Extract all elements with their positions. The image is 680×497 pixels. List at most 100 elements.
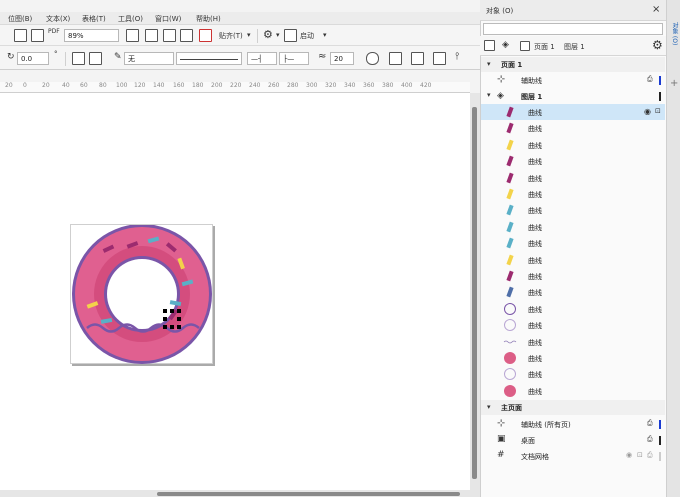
convert-curve-icon[interactable] — [411, 52, 424, 65]
add-docker-icon[interactable]: + — [670, 78, 678, 89]
object-row[interactable]: 曲线 — [481, 235, 665, 251]
object-row[interactable]: 曲线 — [481, 252, 665, 268]
selection-handle[interactable] — [170, 309, 174, 313]
master-page-section[interactable]: ▾ 主页面 — [481, 400, 665, 415]
object-row[interactable]: 曲线 ◉ ⊡ — [481, 104, 665, 120]
collapse-icon[interactable]: ▾ — [487, 403, 491, 411]
launch-button[interactable]: 启动 — [300, 31, 314, 41]
ruler-tick: 360 — [363, 82, 375, 89]
horizontal-scroll-thumb[interactable] — [157, 492, 460, 496]
menu-table[interactable]: 表格(T) — [82, 14, 106, 24]
object-row[interactable]: 曲线 — [481, 170, 665, 186]
document-page[interactable] — [70, 224, 213, 364]
chevron-down-icon[interactable]: ▾ — [247, 31, 251, 39]
document-grid-row[interactable]: # 文档网格 ◉ ⊡ ⎙ — [481, 448, 665, 464]
pen-icon: ✎ — [114, 52, 122, 62]
guides-row[interactable]: ⊹ 辅助线 ⎙ — [481, 72, 665, 88]
mirror-horizontal-icon[interactable] — [72, 52, 85, 65]
launch-icon[interactable] — [284, 29, 297, 42]
object-row[interactable]: 曲线 — [481, 268, 665, 284]
rotation-angle-input[interactable]: 0.0 — [17, 52, 49, 65]
current-layer-label[interactable]: 图层 1 — [564, 42, 585, 52]
collapse-icon[interactable]: ▾ — [487, 91, 491, 99]
print-icon[interactable]: ⎙ — [647, 435, 653, 444]
object-row[interactable]: 曲线 — [481, 120, 665, 136]
tab-objects[interactable]: 对象 (O) — [670, 22, 679, 45]
vertical-scroll-thumb[interactable] — [472, 107, 477, 479]
current-page-label[interactable]: 页面 1 — [534, 42, 555, 52]
print-icon[interactable]: ⎙ — [647, 75, 653, 84]
outline-width-select[interactable]: 无 — [124, 52, 174, 65]
zoom-select[interactable]: 89% — [64, 29, 119, 42]
print-icon[interactable]: ⎙ — [647, 419, 653, 428]
gear-icon[interactable]: ⚙ — [652, 38, 663, 52]
page-1-section[interactable]: ▾ 页面 1 — [481, 57, 665, 72]
new-page-icon[interactable] — [484, 40, 495, 51]
gear-icon[interactable]: ⚙ — [263, 28, 273, 41]
eye-icon[interactable]: ◉ — [626, 451, 632, 459]
object-row[interactable]: 曲线 — [481, 317, 665, 333]
selection-handle[interactable] — [177, 325, 181, 329]
lock-icon[interactable]: ⊡ — [655, 107, 661, 115]
chevron-down-icon[interactable]: ▾ — [276, 31, 280, 39]
donut-illustration[interactable] — [71, 224, 214, 365]
horizontal-ruler[interactable]: 20 0 20 40 60 80 100 120 140 160 180 200… — [0, 82, 470, 93]
menu-help[interactable]: 帮助(H) — [196, 14, 221, 24]
pdf-export-icon[interactable]: PDF — [48, 28, 60, 35]
menu-text[interactable]: 文本(X) — [46, 14, 70, 24]
object-row[interactable]: 曲线 — [481, 219, 665, 235]
page-1-label: 页面 1 — [501, 61, 523, 69]
chevron-down-icon[interactable]: ▾ — [323, 31, 327, 39]
align-nodes-icon[interactable]: ⫯ — [455, 51, 459, 62]
menu-bitmap[interactable]: 位图(B) — [8, 14, 32, 24]
ruler-tick: 160 — [173, 82, 185, 89]
menu-window[interactable]: 窗口(W) — [155, 14, 181, 24]
print-icon[interactable]: ⎙ — [647, 451, 653, 460]
ring-thumbnail-icon — [504, 302, 516, 315]
object-row[interactable]: 曲线 — [481, 301, 665, 317]
selection-handle[interactable] — [163, 325, 167, 329]
selection-handle[interactable] — [163, 317, 167, 321]
reverse-direction-icon[interactable] — [389, 52, 402, 65]
full-screen-icon[interactable] — [126, 29, 139, 42]
show-rulers-icon[interactable] — [145, 29, 158, 42]
collapse-icon[interactable]: ▾ — [487, 60, 491, 68]
snap-to-dropdown[interactable]: 贴齐(T) — [219, 31, 243, 41]
guides-icon: ⊹ — [497, 74, 506, 85]
snap-icon[interactable] — [199, 29, 212, 42]
object-row[interactable]: 曲线 — [481, 153, 665, 169]
layers-icon[interactable]: ◈ — [502, 40, 509, 50]
show-guidelines-icon[interactable] — [180, 29, 193, 42]
object-row[interactable]: 曲线 — [481, 383, 665, 399]
mirror-vertical-icon[interactable] — [89, 52, 102, 65]
show-grid-icon[interactable] — [163, 29, 176, 42]
close-icon[interactable]: × — [652, 4, 660, 15]
object-search-input[interactable] — [483, 23, 663, 35]
desktop-row[interactable]: ▣ 桌面 ⎙ — [481, 432, 665, 448]
close-curve-icon[interactable] — [366, 52, 379, 65]
object-row[interactable]: 曲线 — [481, 334, 665, 350]
object-row[interactable]: 曲线 — [481, 186, 665, 202]
export-icon[interactable] — [31, 29, 44, 42]
line-style-select[interactable] — [176, 52, 242, 65]
layer-1-row[interactable]: ▾ ◈ 图层 1 — [481, 88, 665, 104]
object-row[interactable]: 曲线 — [481, 284, 665, 300]
import-icon[interactable] — [14, 29, 27, 42]
object-row[interactable]: 曲线 — [481, 202, 665, 218]
object-row[interactable]: 曲线 — [481, 137, 665, 153]
master-guides-row[interactable]: ⊹ 辅助线 (所有页) ⎙ — [481, 416, 665, 432]
lock-icon[interactable]: ⊡ — [637, 451, 643, 459]
menu-tools[interactable]: 工具(O) — [118, 14, 143, 24]
start-arrowhead-select[interactable]: —┤ — [247, 52, 277, 65]
selection-handle[interactable] — [170, 325, 174, 329]
smoothing-input[interactable]: 20 — [330, 52, 354, 65]
selection-handle[interactable] — [163, 309, 167, 313]
selection-handle[interactable] — [177, 317, 181, 321]
eye-icon[interactable]: ◉ — [644, 107, 651, 116]
end-arrowhead-select[interactable]: ├— — [279, 52, 309, 65]
selection-handle[interactable] — [177, 309, 181, 313]
smoothing-icon: ≈ — [318, 51, 327, 62]
object-row[interactable]: 曲线 — [481, 366, 665, 382]
object-row[interactable]: 曲线 — [481, 350, 665, 366]
edit-wrap-icon[interactable] — [433, 52, 446, 65]
